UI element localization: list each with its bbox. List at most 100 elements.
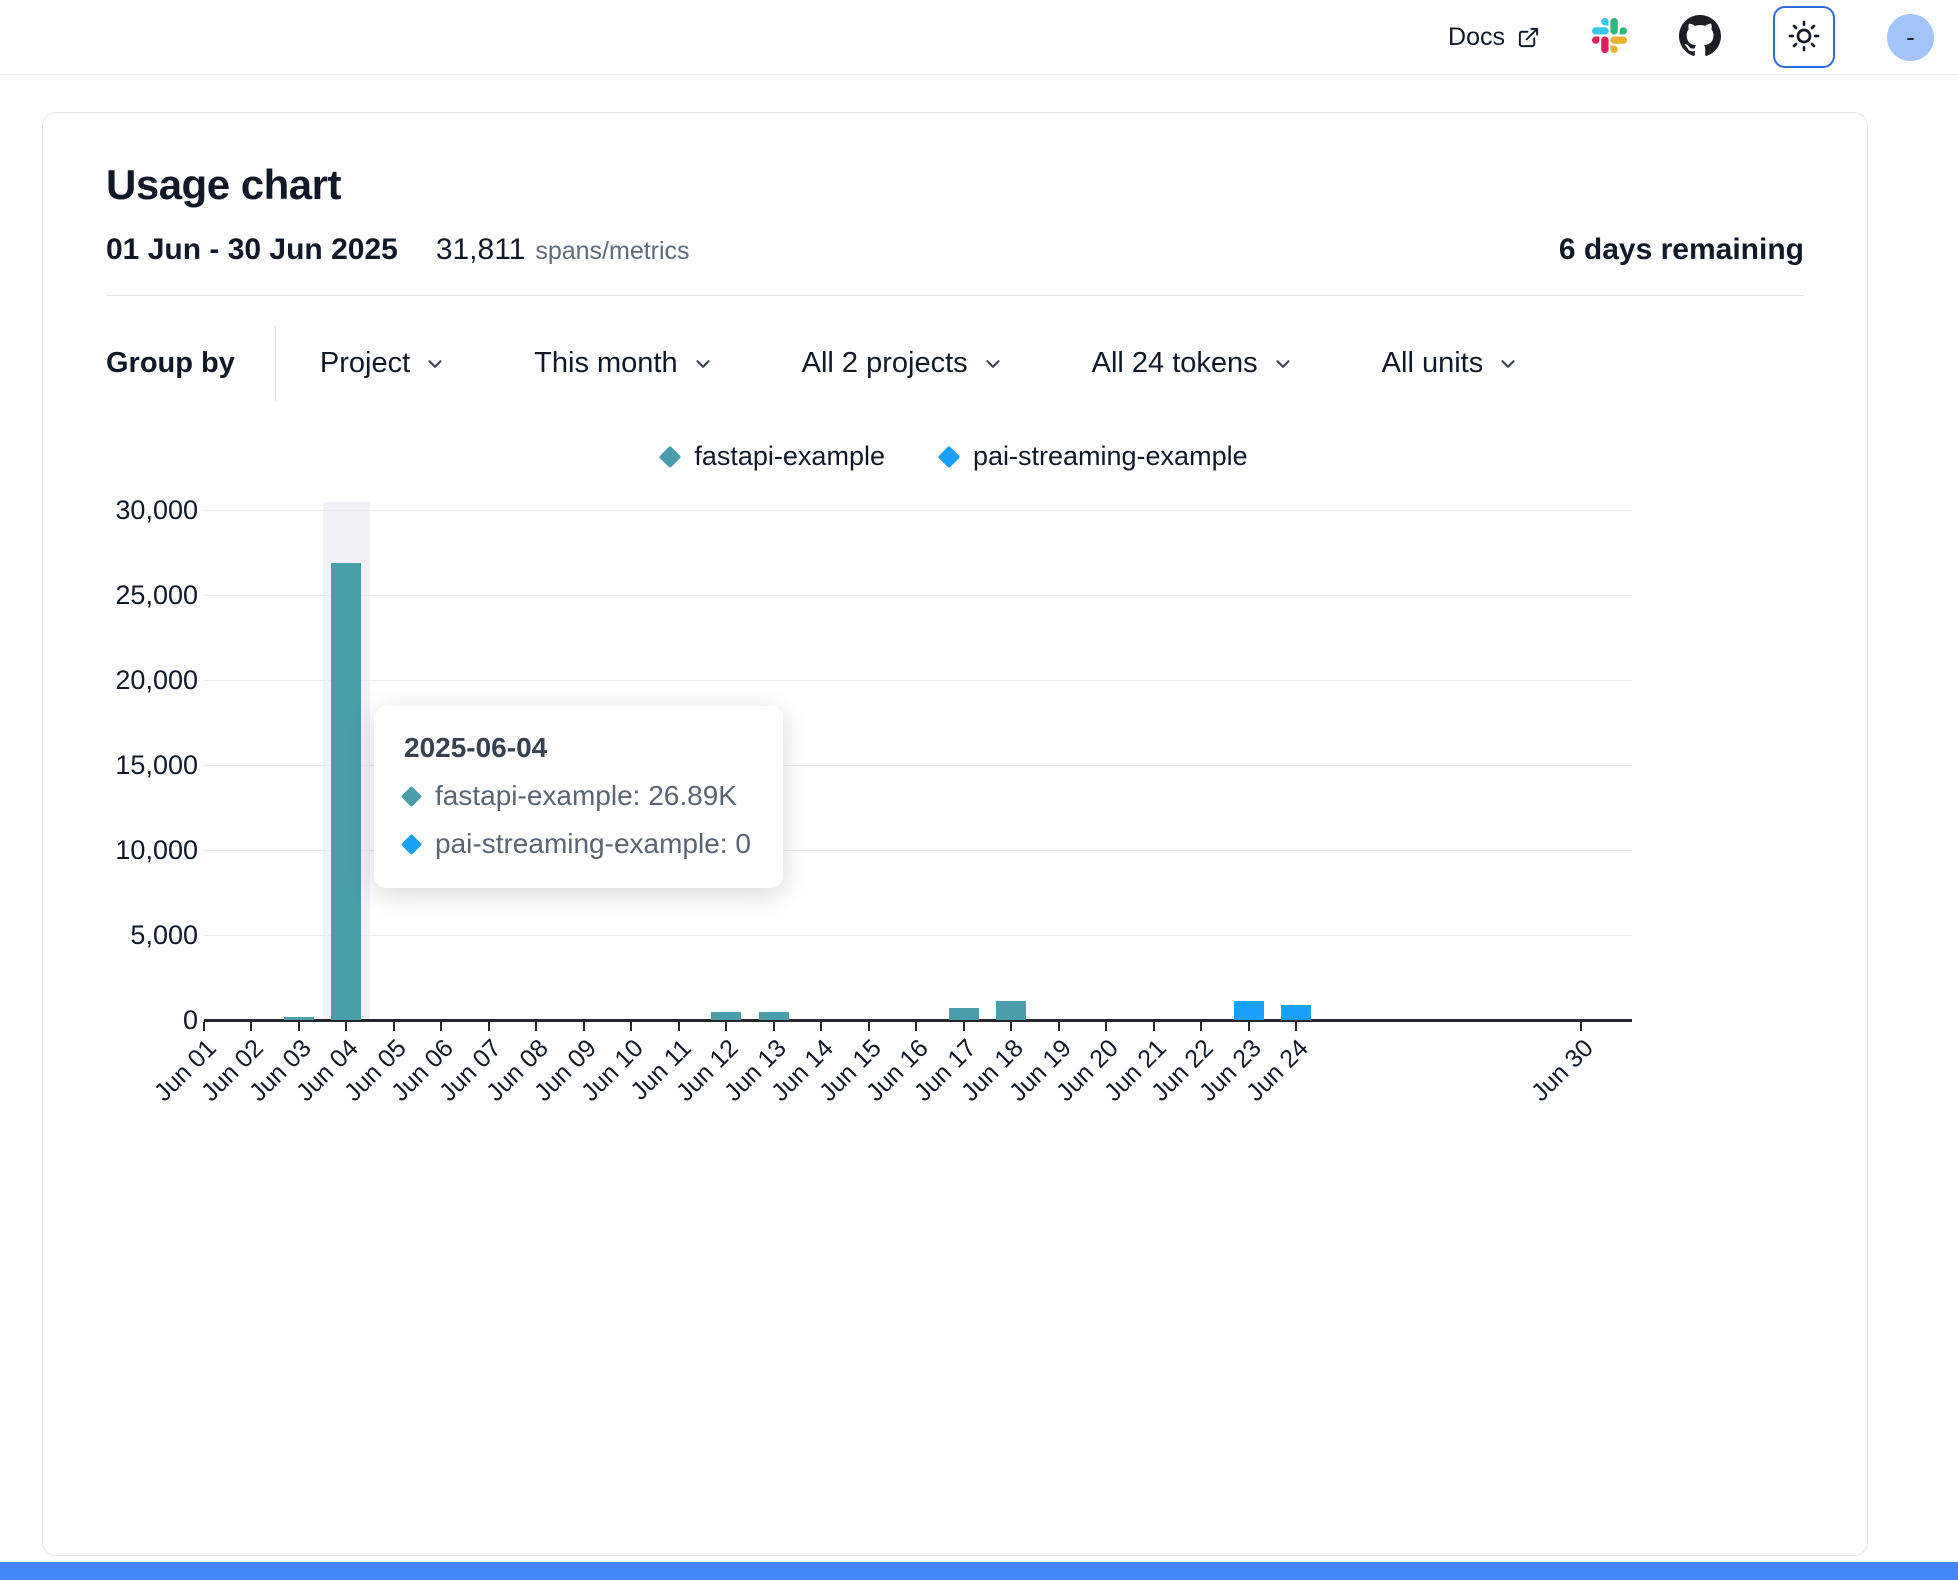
tokens-dropdown-value: All 24 tokens <box>1092 347 1258 380</box>
legend-item-pai-streaming-example[interactable]: pai-streaming-example <box>941 441 1248 472</box>
x-axis-tick <box>963 1022 965 1031</box>
usage-card: Usage chart 01 Jun - 30 Jun 2025 31,811 … <box>42 112 1868 1556</box>
github-link-button[interactable] <box>1679 15 1721 60</box>
x-axis-tick <box>868 1022 870 1031</box>
tooltip-date: 2025-06-04 <box>404 732 751 764</box>
x-axis-tick <box>250 1022 252 1031</box>
topbar: Docs - <box>0 0 1958 75</box>
avatar-label: - <box>1906 22 1915 53</box>
x-axis-tick <box>488 1022 490 1031</box>
x-axis-tick <box>1153 1022 1155 1031</box>
y-gridline <box>204 680 1632 681</box>
theme-toggle-button[interactable] <box>1773 6 1835 68</box>
y-gridline <box>204 510 1632 511</box>
y-axis-label: 25,000 <box>106 579 198 611</box>
docs-link[interactable]: Docs <box>1448 23 1540 52</box>
time-range-dropdown-value: This month <box>534 347 677 380</box>
x-axis-tick <box>1010 1022 1012 1031</box>
x-axis-tick <box>1295 1022 1297 1031</box>
y-axis-label: 15,000 <box>106 749 198 781</box>
tooltip-row: fastapi-example: 26.89K <box>404 780 751 812</box>
series-diamond-icon <box>659 445 682 468</box>
y-axis-label: 10,000 <box>106 834 198 866</box>
time-range-dropdown[interactable]: This month <box>534 347 713 380</box>
section-divider <box>106 295 1804 296</box>
chart-bar-pai-streaming-example[interactable] <box>1281 1005 1311 1020</box>
x-axis-tick <box>725 1022 727 1031</box>
group-by-dropdown[interactable]: Project <box>320 347 446 380</box>
date-range: 01 Jun - 30 Jun 2025 <box>106 233 398 267</box>
tooltip-row-text: fastapi-example: 26.89K <box>435 780 737 812</box>
usage-summary-row: 01 Jun - 30 Jun 2025 31,811 spans/metric… <box>106 233 1804 267</box>
x-axis-tick <box>393 1022 395 1031</box>
chevron-down-icon <box>1272 353 1294 375</box>
projects-dropdown-value: All 2 projects <box>802 347 968 380</box>
x-axis-tick <box>1248 1022 1250 1031</box>
chevron-down-icon <box>692 353 714 375</box>
tooltip-row: pai-streaming-example: 0 <box>404 828 751 860</box>
series-diamond-icon <box>401 785 422 806</box>
x-axis-tick <box>678 1022 680 1031</box>
chart-bar-fastapi-example[interactable] <box>284 1017 314 1020</box>
x-axis-tick <box>915 1022 917 1031</box>
days-remaining: 6 days remaining <box>1559 233 1804 267</box>
group-by-label: Group by <box>106 347 235 380</box>
y-gridline <box>204 935 1632 936</box>
usage-count: 31,811 <box>436 233 526 267</box>
tooltip-row-text: pai-streaming-example: 0 <box>435 828 751 860</box>
series-diamond-icon <box>938 445 961 468</box>
slack-icon <box>1592 18 1627 56</box>
usage-bar-chart: 0 5,000 10,000 15,000 20,000 25,000 30,000 Jun … <box>106 488 1804 1188</box>
units-dropdown-value: All units <box>1382 347 1484 380</box>
chart-bar-fastapi-example[interactable] <box>711 1012 741 1021</box>
chart-bar-fastapi-example[interactable] <box>759 1012 789 1021</box>
x-axis-tick <box>535 1022 537 1031</box>
y-axis-label: 5,000 <box>106 919 198 951</box>
github-icon <box>1679 15 1721 60</box>
x-axis-tick <box>440 1022 442 1031</box>
x-axis-tick <box>630 1022 632 1031</box>
chart-legend: fastapi-example pai-streaming-example <box>106 441 1804 472</box>
filter-dropdowns: Project This month All 2 projects All 24… <box>320 347 1519 380</box>
external-link-icon <box>1517 26 1540 49</box>
x-axis-tick <box>345 1022 347 1031</box>
chevron-down-icon <box>982 353 1004 375</box>
bottom-accent-bar <box>0 1562 1958 1580</box>
projects-dropdown[interactable]: All 2 projects <box>802 347 1004 380</box>
chevron-down-icon <box>424 353 446 375</box>
slack-link-button[interactable] <box>1592 18 1627 56</box>
x-axis-tick <box>1058 1022 1060 1031</box>
chart-bar-pai-streaming-example[interactable] <box>1234 1001 1264 1020</box>
x-axis-label: Jun 30 <box>1509 1034 1600 1125</box>
x-axis-tick <box>773 1022 775 1031</box>
group-by-dropdown-value: Project <box>320 347 410 380</box>
series-diamond-icon <box>401 833 422 854</box>
x-axis-tick <box>1580 1022 1582 1031</box>
chart-bar-fastapi-example[interactable] <box>949 1008 979 1020</box>
x-axis-tick <box>203 1022 205 1031</box>
legend-label: pai-streaming-example <box>973 441 1248 472</box>
docs-link-label: Docs <box>1448 23 1505 52</box>
x-axis-tick <box>1105 1022 1107 1031</box>
x-axis-tick <box>298 1022 300 1031</box>
chevron-down-icon <box>1497 353 1519 375</box>
vertical-divider <box>275 326 276 401</box>
legend-label: fastapi-example <box>694 441 885 472</box>
legend-item-fastapi-example[interactable]: fastapi-example <box>662 441 885 472</box>
sun-icon <box>1788 20 1820 55</box>
avatar[interactable]: - <box>1887 14 1934 61</box>
y-axis-label: 0 <box>106 1004 198 1036</box>
y-axis-label: 30,000 <box>106 494 198 526</box>
usage-unit: spans/metrics <box>535 237 689 266</box>
chart-bar-fastapi-example[interactable] <box>996 1001 1026 1020</box>
y-axis-label: 20,000 <box>106 664 198 696</box>
x-axis-line <box>204 1019 1632 1022</box>
tokens-dropdown[interactable]: All 24 tokens <box>1092 347 1294 380</box>
chart-bar-fastapi-example[interactable] <box>331 563 361 1020</box>
filter-row: Group by Project This month All 2 projec… <box>106 326 1804 401</box>
units-dropdown[interactable]: All units <box>1382 347 1520 380</box>
chart-tooltip: 2025-06-04 fastapi-example: 26.89K pai-str… <box>374 706 783 888</box>
y-gridline <box>204 595 1632 596</box>
page-title: Usage chart <box>106 161 1804 209</box>
x-axis-tick <box>583 1022 585 1031</box>
